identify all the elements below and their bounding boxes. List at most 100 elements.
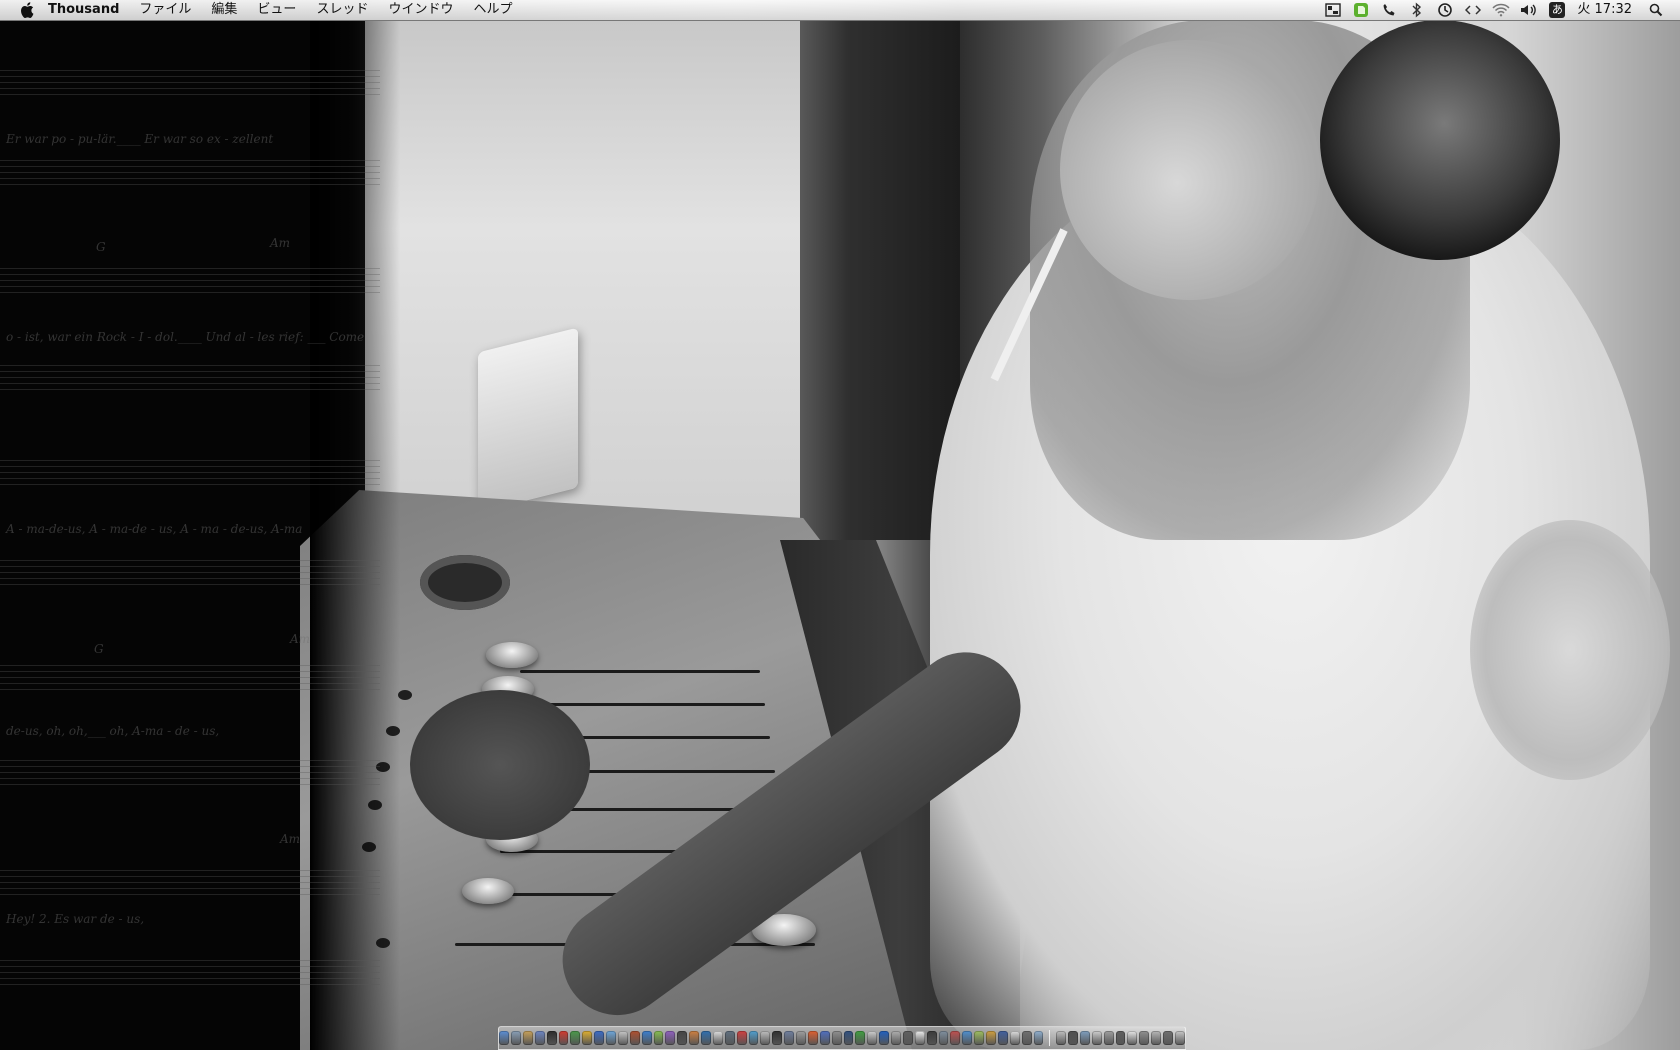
wallpaper-shadow: [310, 20, 400, 1050]
transport-jog-wheel: [420, 555, 510, 610]
dock-app-icon[interactable]: [950, 1031, 961, 1045]
dock-app-icon[interactable]: [891, 1031, 901, 1045]
dock-app-icon[interactable]: [997, 1031, 1008, 1045]
dock-app-icon[interactable]: [606, 1031, 616, 1045]
fader-track: [520, 703, 765, 706]
wallpaper-girl-face: [1060, 40, 1320, 300]
dock-app-icon[interactable]: [760, 1031, 771, 1045]
dock-app-icon[interactable]: [641, 1031, 652, 1045]
apple-menu-icon[interactable]: [20, 2, 34, 18]
dock-app-icon[interactable]: [1139, 1031, 1150, 1045]
menubar-clock[interactable]: 火 17:32: [1571, 0, 1642, 20]
dock-app-icon[interactable]: [831, 1031, 842, 1045]
dock-app-icon[interactable]: [1021, 1031, 1032, 1045]
evernote-icon[interactable]: [1350, 0, 1372, 20]
dock-app-icon[interactable]: [843, 1031, 854, 1045]
spotlight-icon[interactable]: [1645, 0, 1667, 20]
sheet-music-chord: G: [94, 642, 104, 656]
menu-thread[interactable]: スレッド: [306, 0, 378, 20]
dock-app-icon[interactable]: [712, 1031, 723, 1045]
menu-bar: Thousand ファイル 編集 ビュー スレッド ウインドウ ヘルプ あ 火 …: [0, 0, 1680, 21]
time-machine-icon[interactable]: [1434, 0, 1456, 20]
dock-app-icon[interactable]: [665, 1031, 676, 1045]
sheet-music-lyric: o - ist, war ein Rock - I - dol.____ Und…: [6, 330, 365, 344]
sheet-music-lyric: Hey! 2. Es war de - us,: [6, 912, 145, 926]
wifi-icon[interactable]: [1490, 0, 1512, 20]
dock-app-icon[interactable]: [534, 1031, 545, 1045]
code-icon[interactable]: [1462, 0, 1484, 20]
wallpaper-door-frame: [800, 20, 960, 540]
dock-app-icon[interactable]: [1127, 1031, 1138, 1045]
dock-app-icon[interactable]: [1068, 1031, 1078, 1045]
dock-app-icon[interactable]: [748, 1031, 759, 1045]
sheet-music-chord: Am: [290, 632, 311, 646]
dock-app-icon[interactable]: [784, 1031, 795, 1045]
dock-app-icon[interactable]: [962, 1031, 973, 1045]
wallpaper-girl-hand-on-fader: [410, 690, 590, 840]
dock-app-icon[interactable]: [653, 1031, 664, 1045]
phone-icon[interactable]: [1378, 0, 1400, 20]
dock-app-icon[interactable]: [855, 1031, 866, 1045]
dock-app-icon[interactable]: [926, 1031, 937, 1045]
input-method-label: あ: [1549, 2, 1566, 18]
menu-file[interactable]: ファイル: [129, 0, 201, 20]
dock-app-icon[interactable]: [1163, 1031, 1173, 1045]
sheet-music-chord: Am: [280, 832, 301, 846]
dock-app-icon[interactable]: [974, 1031, 985, 1045]
wallpaper-girl-hand: [1470, 520, 1670, 780]
dock-app-icon[interactable]: [772, 1031, 783, 1045]
dock-app-icon[interactable]: [1079, 1031, 1090, 1045]
dock-app-icon[interactable]: [677, 1031, 688, 1045]
menu-help[interactable]: ヘルプ: [463, 0, 522, 20]
menu-window[interactable]: ウインドウ: [378, 0, 463, 20]
dock-app-icon[interactable]: [736, 1031, 747, 1045]
dock-app-icon[interactable]: [914, 1031, 925, 1045]
dock-app-icon[interactable]: [796, 1031, 806, 1045]
dock-app-icon[interactable]: [558, 1031, 569, 1045]
menu-app-name[interactable]: Thousand: [48, 0, 129, 20]
sheet-music-lyric: A - ma-de-us, A - ma-de - us, A - ma - d…: [6, 522, 303, 536]
dock-app-icon[interactable]: [570, 1031, 581, 1045]
desktop-wallpaper: Er war po - pu-lär.____ Er war so ex - z…: [0, 0, 1680, 1050]
dock-app-icon[interactable]: [594, 1031, 605, 1045]
dock-app-icon[interactable]: [629, 1031, 640, 1045]
dock-app-icon[interactable]: [902, 1031, 913, 1045]
input-method-icon[interactable]: あ: [1546, 0, 1568, 20]
bluetooth-icon[interactable]: [1406, 0, 1428, 20]
dock-app-icon[interactable]: [1103, 1031, 1114, 1045]
dock-app-icon[interactable]: [986, 1031, 996, 1045]
dock-app-icon[interactable]: [1091, 1031, 1102, 1045]
menu-edit[interactable]: 編集: [201, 0, 247, 20]
dock-app-icon[interactable]: [1115, 1031, 1126, 1045]
dock-app-icon[interactable]: [582, 1031, 593, 1045]
dock-app-icon[interactable]: [689, 1031, 700, 1045]
sheet-music-chord: Am: [270, 236, 291, 250]
dock-app-icon[interactable]: [701, 1031, 711, 1045]
dock-app-icon[interactable]: [1033, 1031, 1044, 1045]
dock-app-icon[interactable]: [1151, 1031, 1162, 1045]
sheet-music-chord: G: [96, 240, 106, 254]
dock-app-icon[interactable]: [867, 1031, 878, 1045]
screen-icon[interactable]: [1322, 0, 1344, 20]
fader-knob: [486, 642, 538, 668]
volume-icon[interactable]: [1518, 0, 1540, 20]
dock-app-icon[interactable]: [807, 1031, 818, 1045]
dock-app-icon[interactable]: [879, 1031, 890, 1045]
dock-app-icon[interactable]: [499, 1031, 510, 1045]
dock: [498, 1026, 1186, 1050]
dock-app-icon[interactable]: [938, 1031, 949, 1045]
sheet-music-lyric: de-us, oh, oh,___ oh, A-ma - de - us,: [6, 724, 220, 738]
dock-app-icon[interactable]: [1174, 1031, 1185, 1045]
dock-app-icon[interactable]: [1009, 1031, 1020, 1045]
dock-app-icon[interactable]: [522, 1031, 533, 1045]
dock-app-icon[interactable]: [819, 1031, 830, 1045]
dock-app-icon[interactable]: [617, 1031, 628, 1045]
dock-app-icon[interactable]: [724, 1031, 735, 1045]
console-button: [398, 690, 412, 700]
dock-app-icon[interactable]: [546, 1031, 557, 1045]
dock-app-icon[interactable]: [511, 1031, 521, 1045]
menu-view[interactable]: ビュー: [247, 0, 306, 20]
dock-separator: [1049, 1030, 1051, 1046]
dock-app-icon[interactable]: [1056, 1031, 1067, 1045]
wallpaper-power-outlet: [478, 327, 578, 513]
